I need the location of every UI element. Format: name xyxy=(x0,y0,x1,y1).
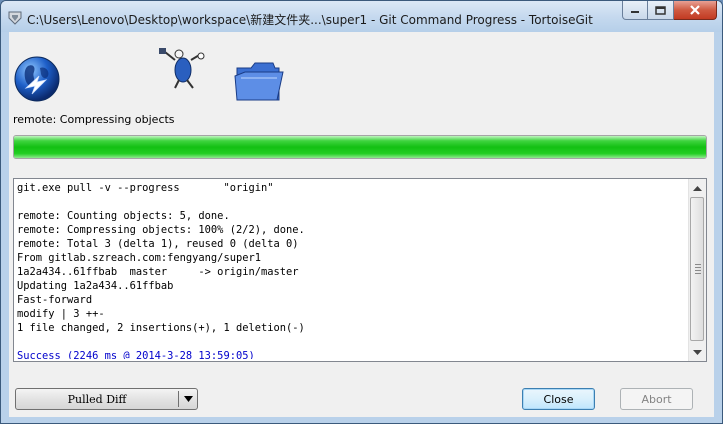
close-button[interactable]: Close xyxy=(522,388,595,410)
scroll-down-arrow-icon xyxy=(693,349,702,355)
close-window-button[interactable] xyxy=(674,1,717,20)
scroll-thumb[interactable] xyxy=(690,197,704,341)
log-line: remote: Counting objects: 5, done. xyxy=(17,210,230,222)
progress-bar-fill xyxy=(14,136,706,158)
scroll-down-button[interactable] xyxy=(689,344,706,361)
tortoise-figure-icon xyxy=(159,48,205,89)
log-line: remote: Compressing objects: 100% (2/2),… xyxy=(17,224,305,236)
log-line: remote: Total 3 (delta 1), reused 0 (del… xyxy=(17,238,299,250)
scroll-grip-icon xyxy=(695,264,701,276)
pulled-diff-button[interactable]: Pulled Diff xyxy=(16,389,178,409)
title-bar[interactable]: C:\Users\Lenovo\Desktop\workspace\新建文件夹.… xyxy=(1,1,722,32)
globe-network-icon xyxy=(14,56,60,102)
dialog-body: remote: Compressing objects git.exe pull… xyxy=(9,32,714,417)
log-line: Fast-forward xyxy=(17,294,93,306)
folder-icon xyxy=(234,62,284,101)
maximize-icon xyxy=(655,5,666,15)
window-title: C:\Users\Lenovo\Desktop\workspace\新建文件夹.… xyxy=(27,13,593,27)
output-log[interactable]: git.exe pull -v --progress "origin" remo… xyxy=(13,178,707,362)
scroll-up-arrow-icon xyxy=(693,185,702,191)
status-text: remote: Compressing objects xyxy=(13,113,175,126)
output-log-text: git.exe pull -v --progress "origin" remo… xyxy=(17,181,687,359)
log-line: From gitlab.szreach.com:fengyang/super1 xyxy=(17,252,261,264)
scroll-up-button[interactable] xyxy=(689,179,706,196)
log-line-success: Success (2246 ms @ 2014-3-28 13:59:05) xyxy=(17,350,255,359)
close-icon xyxy=(690,5,700,15)
tortoisegit-icon xyxy=(8,11,22,25)
maximize-button[interactable] xyxy=(648,1,674,20)
log-vertical-scrollbar[interactable] xyxy=(688,179,706,361)
log-line: modify | 3 ++- xyxy=(17,308,105,320)
pulled-diff-split-button[interactable]: Pulled Diff xyxy=(15,388,198,410)
minimize-button[interactable] xyxy=(622,1,648,20)
chevron-down-icon xyxy=(183,396,193,402)
log-line: 1a2a434..61ffbab master -> origin/master xyxy=(17,266,299,278)
log-line: Updating 1a2a434..61ffbab xyxy=(17,280,174,292)
log-line: 1 file changed, 2 insertions(+), 1 delet… xyxy=(17,322,305,334)
minimize-icon xyxy=(631,11,639,13)
abort-button[interactable]: Abort xyxy=(620,388,693,410)
progress-bar xyxy=(13,135,707,159)
log-line: git.exe pull -v --progress "origin" xyxy=(17,182,274,194)
pulled-diff-dropdown-button[interactable] xyxy=(179,389,197,409)
progress-window: C:\Users\Lenovo\Desktop\workspace\新建文件夹.… xyxy=(0,0,723,424)
window-controls xyxy=(622,1,717,21)
